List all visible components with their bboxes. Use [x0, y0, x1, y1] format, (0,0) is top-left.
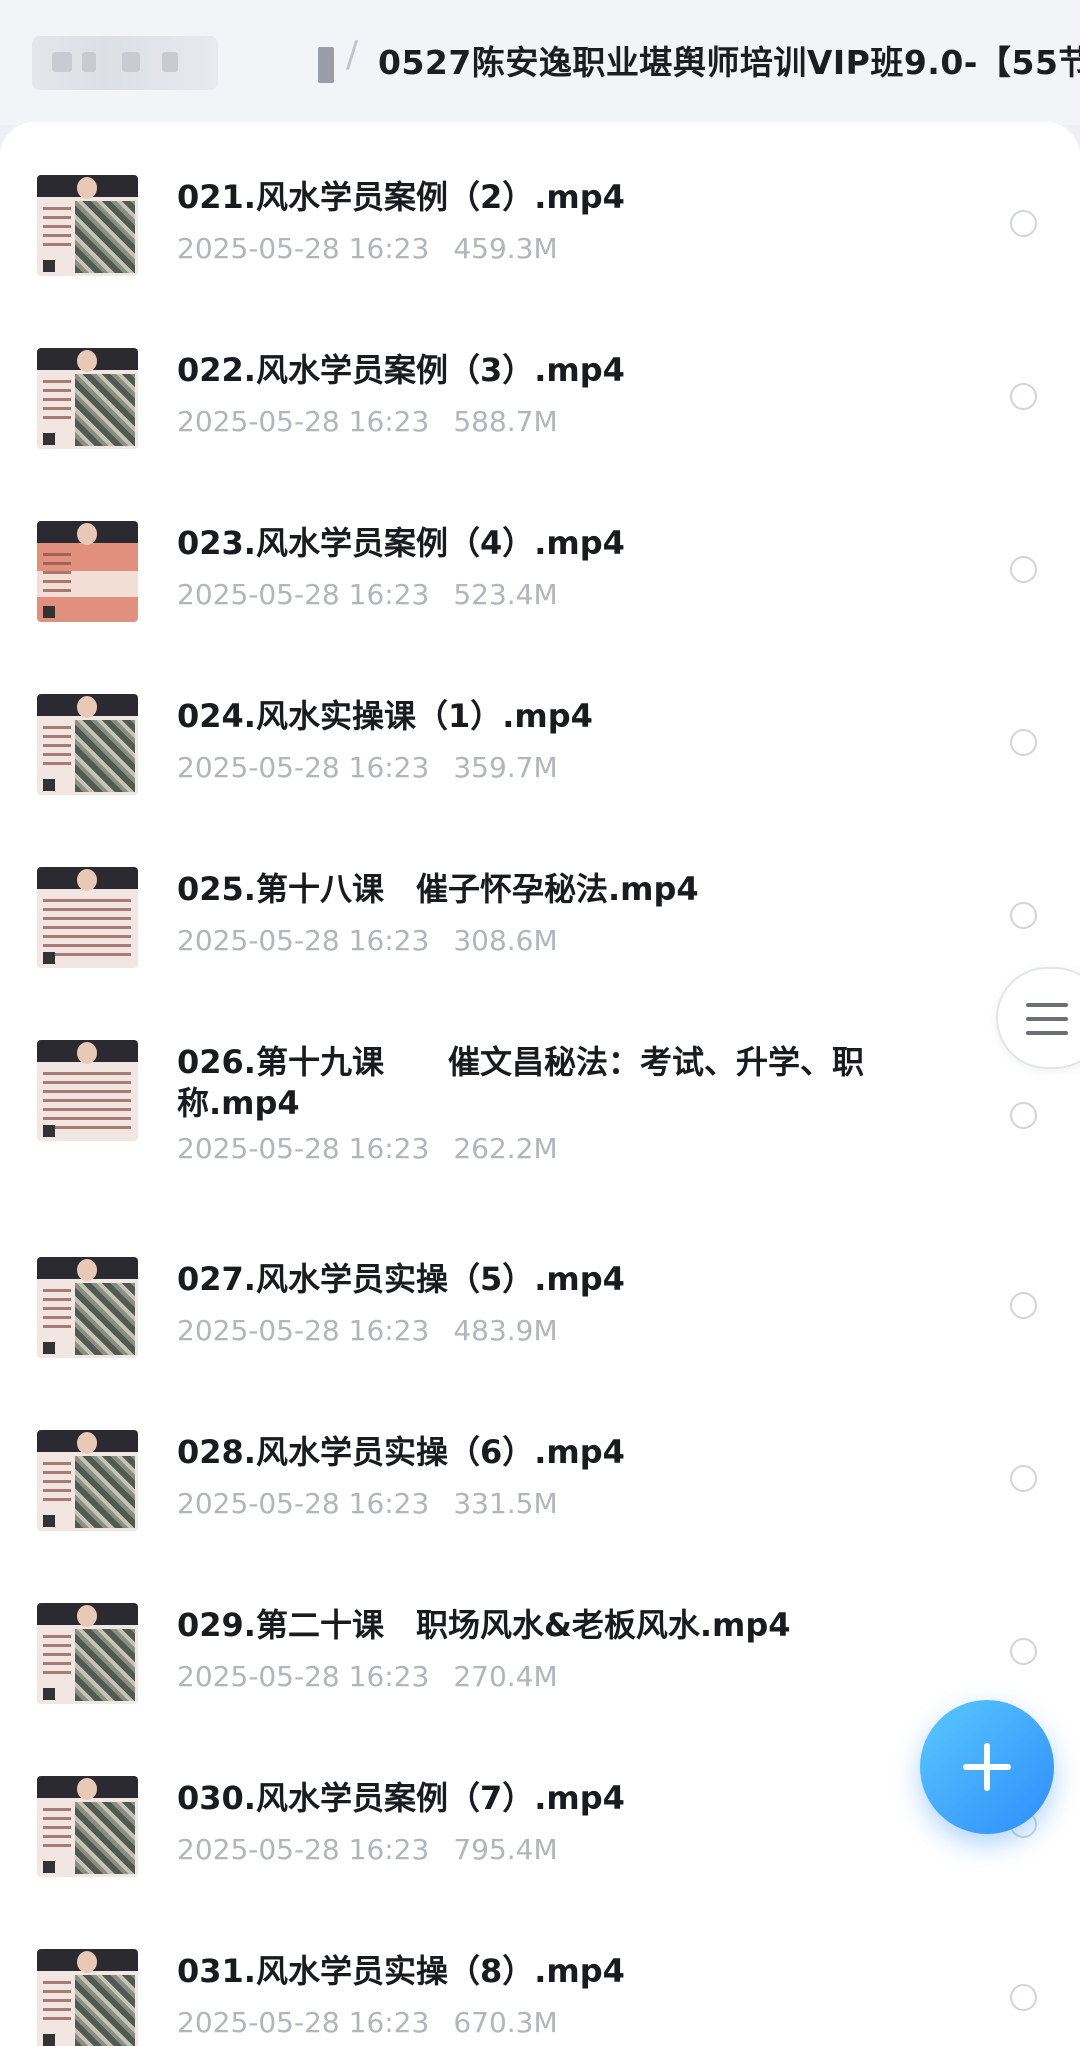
file-size: 795.4M — [453, 1833, 558, 1866]
video-thumbnail[interactable] — [37, 175, 138, 276]
folder-title: 0527陈安逸职业堪舆师培训VIP班9.0-【55节 — [378, 43, 1080, 82]
blurred-breadcrumb-root[interactable] — [32, 36, 218, 90]
file-meta: 2025-05-28 16:23 795.4M — [177, 1833, 558, 1866]
select-radio[interactable] — [1010, 383, 1037, 410]
video-thumbnail[interactable] — [37, 694, 138, 795]
file-size: 270.4M — [453, 1660, 558, 1693]
file-date: 2025-05-28 16:23 — [177, 2006, 430, 2039]
file-size: 331.5M — [453, 1487, 558, 1520]
file-meta: 2025-05-28 16:23 262.2M — [177, 1132, 558, 1165]
file-size: 523.4M — [453, 578, 558, 611]
video-thumbnail[interactable] — [37, 1430, 138, 1531]
file-size: 670.3M — [453, 2006, 558, 2039]
file-date: 2025-05-28 16:23 — [177, 1132, 430, 1165]
file-meta: 2025-05-28 16:23 523.4M — [177, 578, 558, 611]
file-name[interactable]: 030.风水学员案例（7）.mp4 — [177, 1778, 937, 1819]
file-meta: 2025-05-28 16:23 270.4M — [177, 1660, 558, 1693]
select-radio[interactable] — [1010, 1102, 1037, 1129]
file-name[interactable]: 031.风水学员实操（8）.mp4 — [177, 1951, 937, 1992]
add-button[interactable] — [920, 1700, 1054, 1834]
file-name[interactable]: 021.风水学员案例（2）.mp4 — [177, 177, 937, 218]
file-name[interactable]: 022.风水学员案例（3）.mp4 — [177, 350, 937, 391]
file-name[interactable]: 027.风水学员实操（5）.mp4 — [177, 1259, 937, 1300]
select-radio[interactable] — [1010, 1465, 1037, 1492]
select-radio[interactable] — [1010, 902, 1037, 929]
file-size: 308.6M — [453, 924, 558, 957]
file-name[interactable]: 028.风水学员实操（6）.mp4 — [177, 1432, 937, 1473]
file-date: 2025-05-28 16:23 — [177, 751, 430, 784]
file-date: 2025-05-28 16:23 — [177, 578, 430, 611]
file-name[interactable]: 025.第十八课 催子怀孕秘法.mp4 — [177, 869, 937, 910]
file-size: 262.2M — [453, 1132, 558, 1165]
breadcrumb-separator: / — [346, 34, 359, 75]
file-size: 359.7M — [453, 751, 558, 784]
select-radio[interactable] — [1010, 729, 1037, 756]
video-thumbnail[interactable] — [37, 1776, 138, 1877]
video-thumbnail[interactable] — [37, 1040, 138, 1141]
file-name[interactable]: 024.风水实操课（1）.mp4 — [177, 696, 937, 737]
file-date: 2025-05-28 16:23 — [177, 405, 430, 438]
file-meta: 2025-05-28 16:23 359.7M — [177, 751, 558, 784]
file-name[interactable]: 023.风水学员案例（4）.mp4 — [177, 523, 937, 564]
file-date: 2025-05-28 16:23 — [177, 1660, 430, 1693]
file-name[interactable]: 026.第十九课 催文昌秘法：考试、升学、职称.mp4 — [177, 1042, 867, 1124]
file-date: 2025-05-28 16:23 — [177, 1314, 430, 1347]
select-radio[interactable] — [1010, 556, 1037, 583]
select-radio[interactable] — [1010, 1638, 1037, 1665]
header: / 0527陈安逸职业堪舆师培训VIP班9.0-【55节 — [0, 0, 1080, 125]
file-meta: 2025-05-28 16:23 459.3M — [177, 232, 558, 265]
file-meta: 2025-05-28 16:23 670.3M — [177, 2006, 558, 2039]
file-date: 2025-05-28 16:23 — [177, 924, 430, 957]
video-thumbnail[interactable] — [37, 867, 138, 968]
file-size: 588.7M — [453, 405, 558, 438]
video-thumbnail[interactable] — [37, 1603, 138, 1704]
file-meta: 2025-05-28 16:23 308.6M — [177, 924, 558, 957]
file-meta: 2025-05-28 16:23 331.5M — [177, 1487, 558, 1520]
select-radio[interactable] — [1010, 1292, 1037, 1319]
select-radio[interactable] — [1010, 210, 1037, 237]
file-size: 459.3M — [453, 232, 558, 265]
video-thumbnail[interactable] — [37, 1257, 138, 1358]
file-meta: 2025-05-28 16:23 588.7M — [177, 405, 558, 438]
file-name[interactable]: 029.第二十课 职场风水&老板风水.mp4 — [177, 1605, 937, 1646]
video-thumbnail[interactable] — [37, 521, 138, 622]
file-date: 2025-05-28 16:23 — [177, 1487, 430, 1520]
file-meta: 2025-05-28 16:23 483.9M — [177, 1314, 558, 1347]
file-size: 483.9M — [453, 1314, 558, 1347]
breadcrumb-marker — [318, 47, 334, 83]
file-date: 2025-05-28 16:23 — [177, 1833, 430, 1866]
select-radio[interactable] — [1010, 1984, 1037, 2011]
video-thumbnail[interactable] — [37, 1949, 138, 2046]
file-date: 2025-05-28 16:23 — [177, 232, 430, 265]
file-list-page: / 0527陈安逸职业堪舆师培训VIP班9.0-【55节 021.风水学员案例（… — [0, 0, 1080, 2046]
video-thumbnail[interactable] — [37, 348, 138, 449]
